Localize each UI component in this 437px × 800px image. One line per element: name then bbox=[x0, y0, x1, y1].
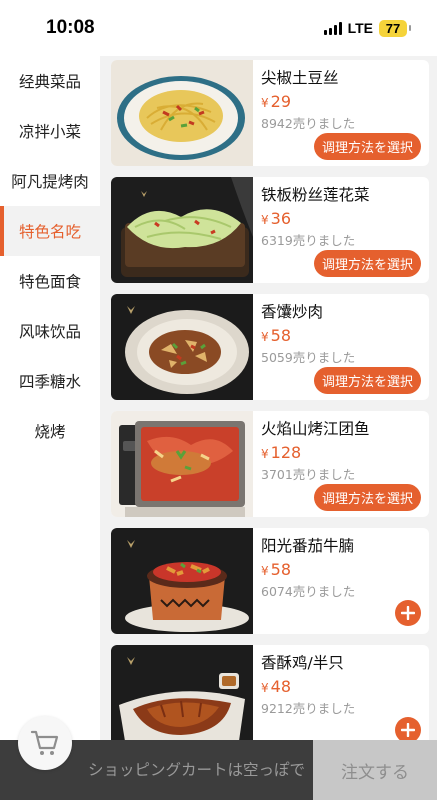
category-label: 特色名吃 bbox=[18, 223, 81, 241]
dish-card[interactable]: 阳光番茄牛腩 ¥58 6074売りました bbox=[111, 528, 429, 634]
category-shaokao[interactable]: 烧烤 bbox=[0, 406, 100, 456]
dish-price: ¥58 bbox=[261, 560, 421, 579]
dish-photo bbox=[111, 177, 253, 283]
dish-sold-count: 3701売りました bbox=[261, 467, 356, 482]
dish-card[interactable]: 香馕炒肉 ¥58 5059売りました 调理方法を選択 bbox=[111, 294, 429, 400]
signal-icon bbox=[323, 21, 342, 35]
price-value: 128 bbox=[270, 443, 302, 462]
battery-icon: 77 bbox=[379, 19, 411, 37]
dish-info: 尖椒土豆丝 ¥29 8942売りました 调理方法を選択 bbox=[261, 66, 421, 160]
add-to-cart-button[interactable] bbox=[395, 600, 421, 626]
dish-photo bbox=[111, 294, 253, 400]
price-value: 48 bbox=[270, 677, 291, 696]
dish-price: ¥58 bbox=[261, 326, 421, 345]
category-label: 特色面食 bbox=[18, 273, 81, 291]
currency-symbol: ¥ bbox=[261, 564, 269, 578]
category-sidebar: 经典菜品 凉拌小菜 阿凡提烤肉 特色名吃 特色面食 风味饮品 四季糖水 烧烤 bbox=[0, 56, 100, 740]
dish-photo bbox=[111, 645, 253, 740]
dish-name: 阳光番茄牛腩 bbox=[261, 537, 355, 555]
dish-card[interactable]: 香酥鸡/半只 ¥48 9212売りました bbox=[111, 645, 429, 740]
dish-price: ¥128 bbox=[261, 443, 421, 462]
dish-name: 火焰山烤江团鱼 bbox=[261, 420, 370, 438]
category-afanti[interactable]: 阿凡提烤肉 bbox=[0, 156, 100, 206]
dish-price: ¥48 bbox=[261, 677, 421, 696]
dish-sold-count: 6074売りました bbox=[261, 584, 356, 599]
network-label: LTE bbox=[347, 20, 373, 36]
currency-symbol: ¥ bbox=[261, 681, 269, 695]
cart-empty-text: ショッピングカートは空っぽで bbox=[88, 761, 306, 779]
category-label: 凉拌小菜 bbox=[18, 123, 81, 141]
add-to-cart-button[interactable] bbox=[395, 717, 421, 740]
place-order-button[interactable]: 注文する bbox=[313, 740, 437, 800]
dish-name: 铁板粉丝莲花菜 bbox=[261, 186, 370, 204]
dish-price: ¥36 bbox=[261, 209, 421, 228]
dish-card[interactable]: 铁板粉丝莲花菜 ¥36 6319売りました 调理方法を選択 bbox=[111, 177, 429, 283]
status-bar: 10:08 LTE 77 bbox=[0, 0, 437, 56]
price-value: 58 bbox=[270, 326, 291, 345]
category-siji-tangshui[interactable]: 四季糖水 bbox=[0, 356, 100, 406]
category-label: 烧烤 bbox=[34, 423, 66, 441]
currency-symbol: ¥ bbox=[261, 330, 269, 344]
dish-info: 香馕炒肉 ¥58 5059売りました 调理方法を選択 bbox=[261, 300, 421, 394]
dish-list[interactable]: 尖椒土豆丝 ¥29 8942売りました 调理方法を選択 铁板粉丝莲花菜 ¥36 … bbox=[100, 56, 437, 740]
status-time: 10:08 bbox=[46, 17, 95, 38]
category-label: 风味饮品 bbox=[18, 323, 81, 341]
currency-symbol: ¥ bbox=[261, 96, 269, 110]
shopping-cart-icon bbox=[30, 730, 59, 755]
dish-name: 香馕炒肉 bbox=[261, 303, 324, 321]
dish-name: 尖椒土豆丝 bbox=[261, 69, 339, 87]
category-jingdian[interactable]: 经典菜品 bbox=[0, 56, 100, 106]
dish-info: 铁板粉丝莲花菜 ¥36 6319売りました 调理方法を選択 bbox=[261, 183, 421, 277]
status-indicators: LTE 77 bbox=[323, 19, 411, 37]
currency-symbol: ¥ bbox=[261, 447, 269, 461]
dish-photo bbox=[111, 60, 253, 166]
dish-card[interactable]: 尖椒土豆丝 ¥29 8942売りました 调理方法を選択 bbox=[111, 60, 429, 166]
dish-sold-count: 9212売りました bbox=[261, 701, 356, 716]
dish-sold-count: 5059売りました bbox=[261, 350, 356, 365]
category-tese-mianshi[interactable]: 特色面食 bbox=[0, 256, 100, 306]
category-fengwei-yinpin[interactable]: 风味饮品 bbox=[0, 306, 100, 356]
dish-price: ¥29 bbox=[261, 92, 421, 111]
dish-name: 香酥鸡/半只 bbox=[261, 654, 344, 672]
dish-info: 火焰山烤江团鱼 ¥128 3701売りました 调理方法を選択 bbox=[261, 417, 421, 511]
dish-sold-count: 6319売りました bbox=[261, 233, 356, 248]
plus-icon bbox=[401, 606, 415, 620]
choose-cooking-method-button[interactable]: 调理方法を選択 bbox=[313, 367, 421, 394]
dish-photo bbox=[111, 411, 253, 517]
cart-button[interactable] bbox=[18, 716, 72, 770]
currency-symbol: ¥ bbox=[261, 213, 269, 227]
price-value: 36 bbox=[270, 209, 291, 228]
category-liangban[interactable]: 凉拌小菜 bbox=[0, 106, 100, 156]
choose-cooking-method-button[interactable]: 调理方法を選択 bbox=[313, 133, 421, 160]
category-label: 经典菜品 bbox=[18, 73, 81, 91]
choose-cooking-method-button[interactable]: 调理方法を選択 bbox=[313, 484, 421, 511]
price-value: 29 bbox=[270, 92, 291, 111]
category-label: 阿凡提烤肉 bbox=[11, 173, 89, 191]
plus-icon bbox=[401, 723, 415, 737]
dish-info: 阳光番茄牛腩 ¥58 6074売りました bbox=[261, 534, 421, 628]
category-label: 四季糖水 bbox=[18, 373, 81, 391]
category-tese-mingchi[interactable]: 特色名吃 bbox=[0, 206, 100, 256]
choose-cooking-method-button[interactable]: 调理方法を選択 bbox=[313, 250, 421, 277]
price-value: 58 bbox=[270, 560, 291, 579]
dish-info: 香酥鸡/半只 ¥48 9212売りました bbox=[261, 651, 421, 740]
dish-card[interactable]: 火焰山烤江团鱼 ¥128 3701売りました 调理方法を選択 bbox=[111, 411, 429, 517]
dish-sold-count: 8942売りました bbox=[261, 116, 356, 131]
dish-photo bbox=[111, 528, 253, 634]
